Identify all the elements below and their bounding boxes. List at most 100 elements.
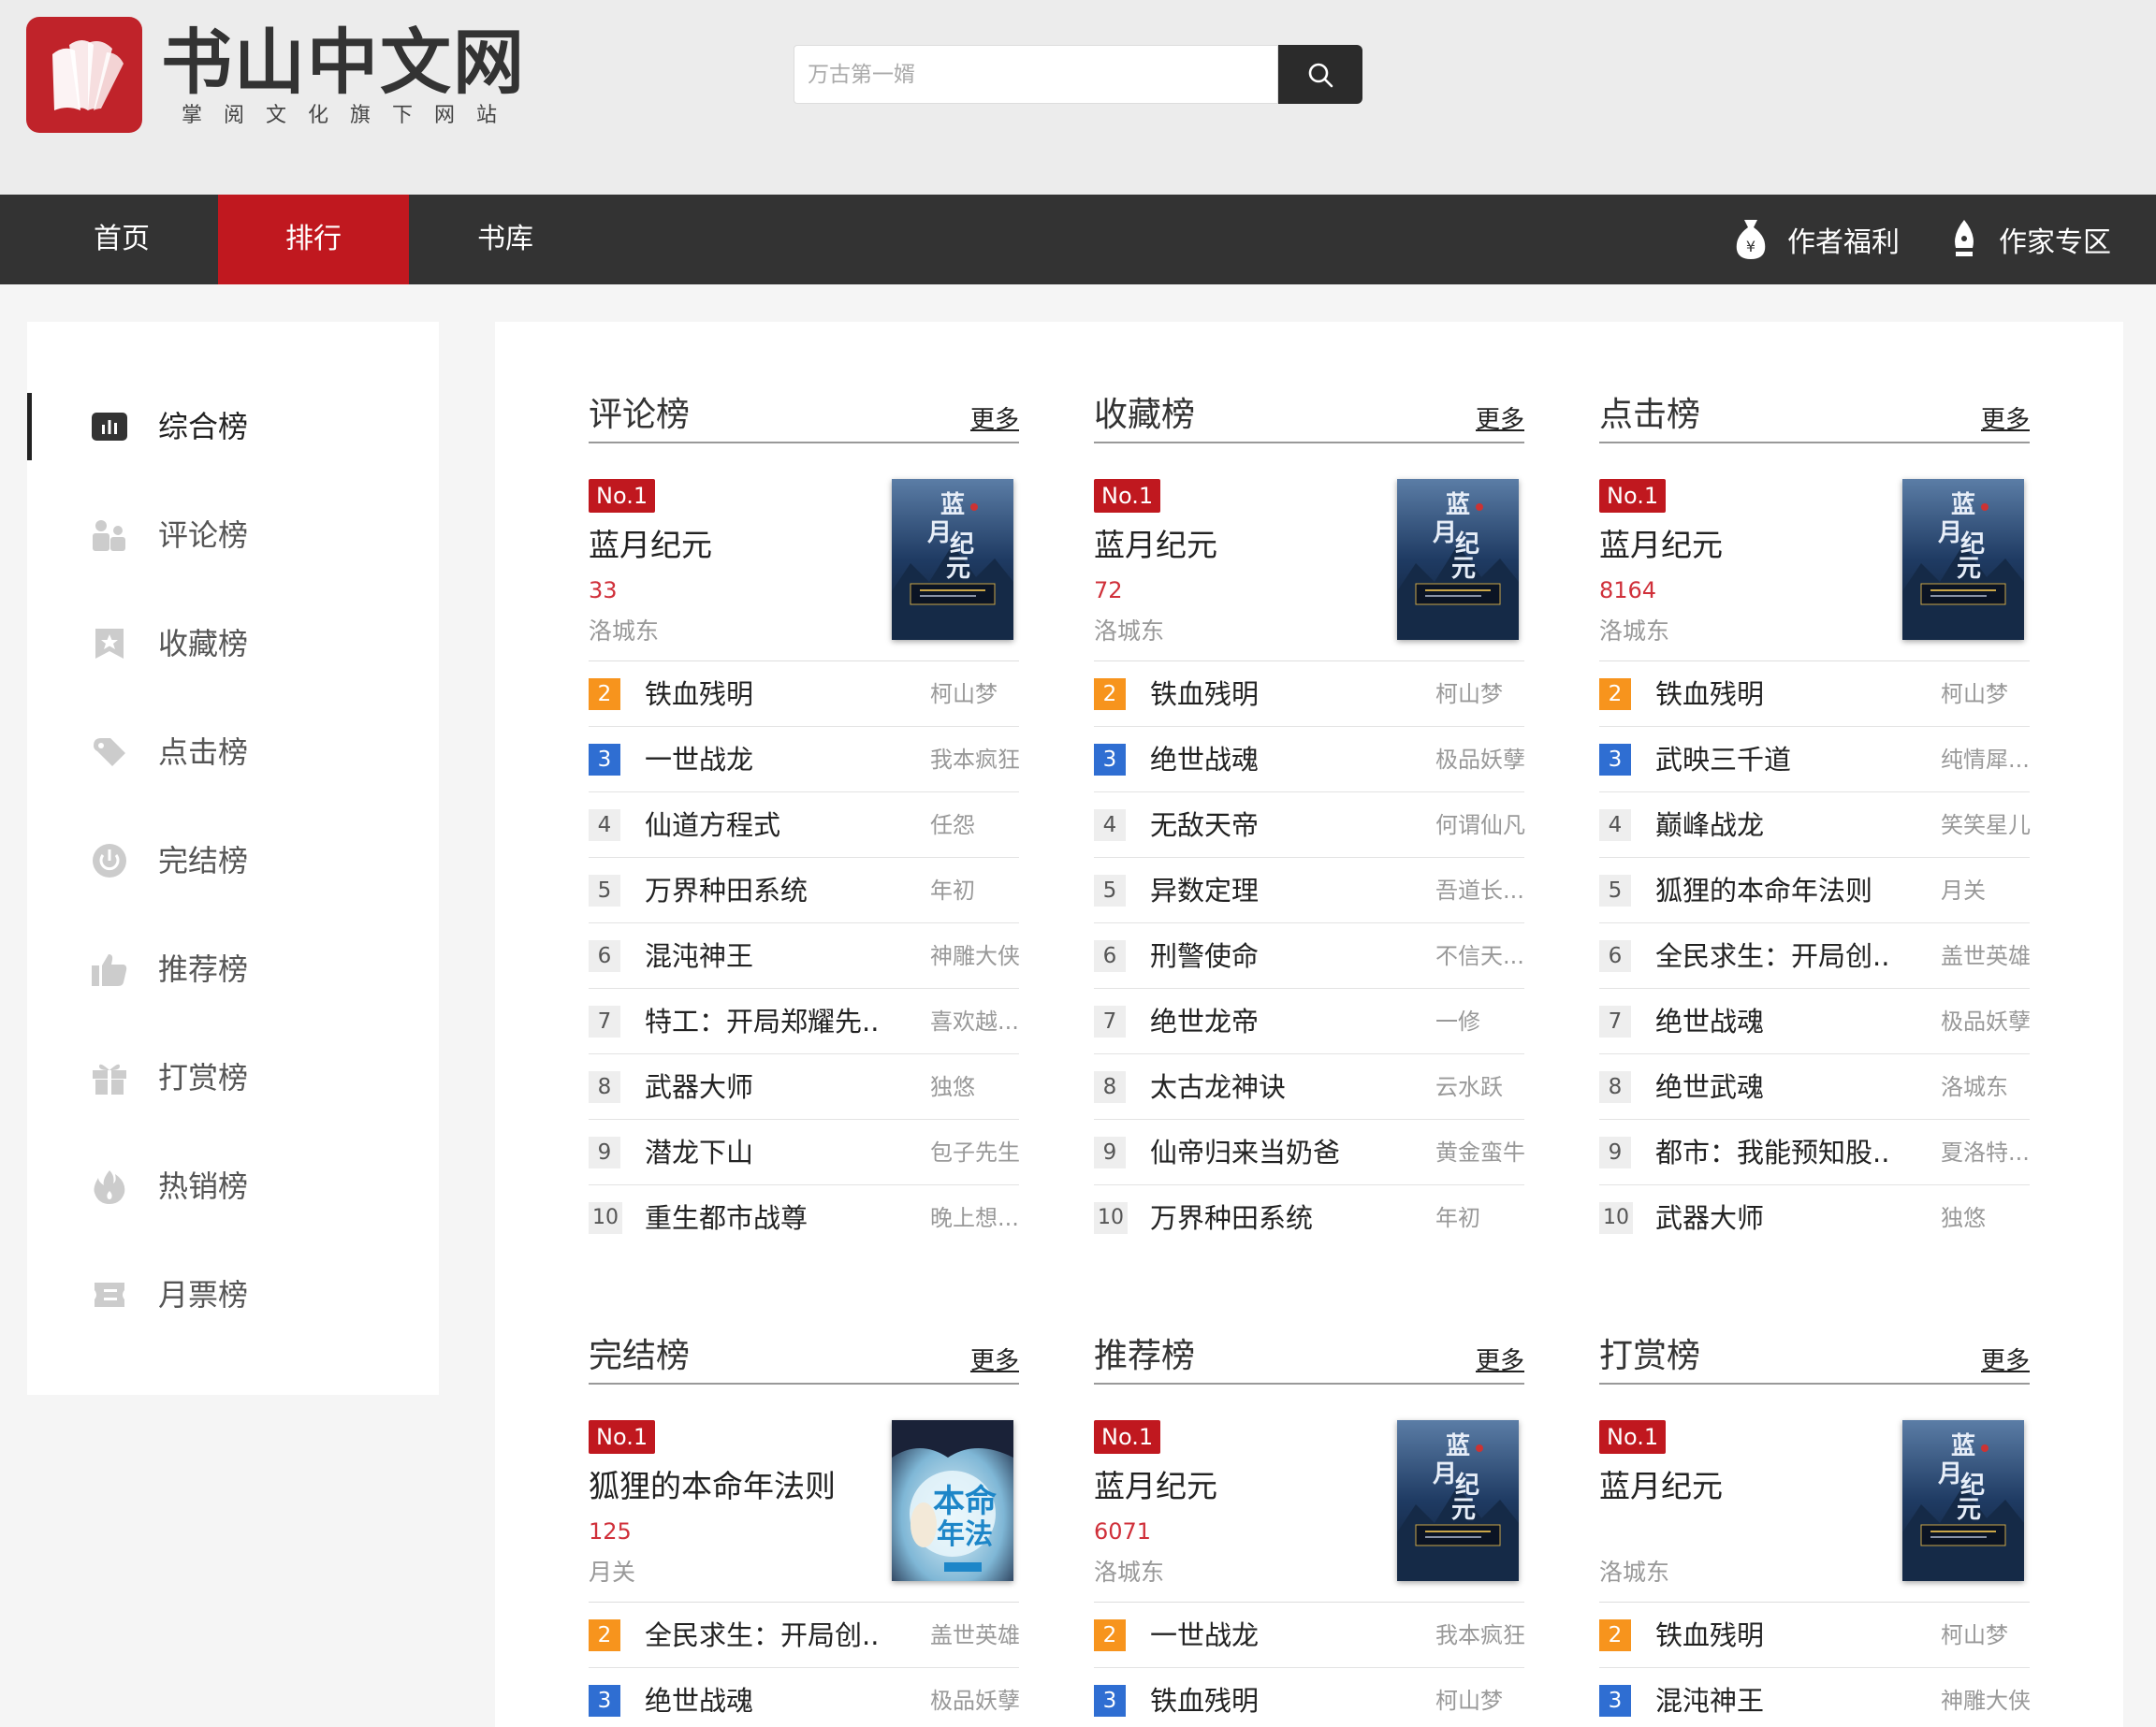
top-book-name[interactable]: 蓝月纪元 [1094, 1465, 1217, 1508]
book-cover[interactable]: 蓝 月 纪 元 [892, 479, 1013, 640]
book-title[interactable]: 都市：我能预知股... [1655, 1120, 1889, 1185]
top-book-author[interactable]: 洛城东 [589, 616, 659, 647]
book-title[interactable]: 绝世武魂 [1655, 1054, 1889, 1120]
book-author[interactable]: 何谓仙凡 [1435, 792, 1529, 858]
book-title[interactable]: 全民求生：开局创... [1655, 923, 1889, 989]
ranking-row[interactable]: 2 铁血残明 柯山梦 [1094, 661, 1524, 727]
ranking-row[interactable]: 8 武器大师 独悠 [589, 1054, 1019, 1120]
ranking-row[interactable]: 8 绝世武魂 洛城东 [1599, 1054, 2030, 1120]
sidebar-item-comments[interactable]: 评论榜 [27, 501, 439, 569]
book-title[interactable]: 仙道方程式 [645, 792, 879, 858]
ranking-row[interactable]: 3 混沌神王 神雕大侠 [1599, 1668, 2031, 1727]
book-author[interactable]: 包子先生 [930, 1120, 1024, 1185]
book-author[interactable]: 不信天... [1435, 923, 1529, 989]
book-title[interactable]: 武器大师 [1655, 1185, 1889, 1251]
ranking-row[interactable]: 9 潜龙下山 包子先生 [589, 1120, 1020, 1185]
ranking-row[interactable]: 4 仙道方程式 任怨 [589, 792, 1019, 858]
book-author[interactable]: 笑笑星儿 [1941, 792, 2034, 858]
top-book[interactable]: No.1 蓝月纪元 8164 洛城东 蓝 月 纪 元 [1599, 443, 2030, 661]
book-author[interactable]: 纯情犀... [1941, 727, 2034, 792]
book-author[interactable]: 神雕大侠 [1941, 1668, 2034, 1727]
book-author[interactable]: 云水跃 [1435, 1054, 1529, 1120]
book-author[interactable]: 神雕大侠 [930, 923, 1024, 989]
top-book[interactable]: No.1 蓝月纪元 72 洛城东 蓝 月 纪 元 [1094, 443, 1524, 661]
ranking-row[interactable]: 7 绝世战魂 极品妖孽 [1599, 989, 2031, 1054]
book-author[interactable]: 年初 [1435, 1185, 1529, 1251]
nav-author-welfare[interactable]: ¥ 作者福利 [1735, 195, 1900, 284]
nav-writer-zone[interactable]: 作家专区 [1950, 195, 2111, 284]
ranking-row[interactable]: 2 全民求生：开局创... 盖世英雄 [589, 1603, 1020, 1668]
book-cover[interactable]: 本命 年法 [892, 1420, 1013, 1581]
top-book-name[interactable]: 蓝月纪元 [589, 524, 712, 567]
ranking-row[interactable]: 2 铁血残明 柯山梦 [1599, 661, 2030, 727]
ranking-row[interactable]: 2 铁血残明 柯山梦 [589, 661, 1019, 727]
book-author[interactable]: 盖世英雄 [930, 1603, 1024, 1668]
ranking-row[interactable]: 4 巅峰战龙 笑笑星儿 [1599, 792, 2031, 858]
book-title[interactable]: 铁血残明 [1150, 1668, 1384, 1727]
top-book[interactable]: No.1 狐狸的本命年法则 125 月关 本命 年法 [589, 1385, 1019, 1603]
ranking-row[interactable]: 6 混沌神王 神雕大侠 [589, 923, 1020, 989]
ranking-row[interactable]: 8 太古龙神诀 云水跃 [1094, 1054, 1524, 1120]
ranking-row[interactable]: 5 狐狸的本命年法则 月关 [1599, 858, 2030, 923]
book-title[interactable]: 一世战龙 [645, 727, 879, 792]
book-author[interactable]: 柯山梦 [1435, 1668, 1529, 1727]
book-cover[interactable]: 蓝 月 纪 元 [1397, 1420, 1519, 1581]
nav-home[interactable]: 首页 [56, 195, 187, 284]
book-title[interactable]: 铁血残明 [1655, 661, 1889, 727]
book-cover[interactable]: 蓝 月 纪 元 [1902, 479, 2024, 640]
ranking-row[interactable]: 4 无敌天帝 何谓仙凡 [1094, 792, 1525, 858]
top-book-author[interactable]: 洛城东 [1599, 1557, 1669, 1589]
site-name[interactable]: 书山中文网 [161, 21, 526, 105]
more-link[interactable]: 更多 [1476, 1347, 1524, 1375]
sidebar-item-clicks[interactable]: 点击榜 [27, 718, 439, 786]
top-book-name[interactable]: 蓝月纪元 [1094, 524, 1217, 567]
sidebar-item-tips[interactable]: 打赏榜 [27, 1044, 439, 1111]
book-author[interactable]: 年初 [930, 858, 1024, 923]
ranking-row[interactable]: 3 绝世战魂 极品妖孽 [1094, 727, 1525, 792]
top-book[interactable]: No.1 蓝月纪元 洛城东 蓝 月 纪 元 [1599, 1385, 2030, 1603]
top-book-author[interactable]: 洛城东 [1599, 616, 1669, 647]
ranking-row[interactable]: 3 绝世战魂 极品妖孽 [589, 1668, 1020, 1727]
book-title[interactable]: 狐狸的本命年法则 [1655, 858, 1889, 923]
book-title[interactable]: 万界种田系统 [645, 858, 879, 923]
book-author[interactable]: 晚上想... [930, 1185, 1024, 1251]
book-author[interactable]: 夏洛特... [1941, 1120, 2034, 1185]
book-author[interactable]: 我本疯狂 [930, 727, 1024, 792]
book-title[interactable]: 武映三千道 [1655, 727, 1889, 792]
book-title[interactable]: 万界种田系统 [1150, 1185, 1384, 1251]
book-title[interactable]: 混沌神王 [1655, 1668, 1889, 1727]
sidebar-item-favorites[interactable]: 收藏榜 [27, 610, 439, 677]
book-author[interactable]: 我本疯狂 [1435, 1603, 1529, 1668]
more-link[interactable]: 更多 [1981, 406, 2030, 434]
book-title[interactable]: 异数定理 [1150, 858, 1384, 923]
top-book-author[interactable]: 月关 [589, 1557, 635, 1589]
nav-ranking[interactable]: 排行 [218, 195, 409, 284]
sidebar-item-recommend[interactable]: 推荐榜 [27, 936, 439, 1003]
ranking-row[interactable]: 3 武映三千道 纯情犀... [1599, 727, 2030, 792]
ranking-row[interactable]: 9 仙帝归来当奶爸 黄金蛮牛 [1094, 1120, 1525, 1185]
sidebar-item-hot-sales[interactable]: 热销榜 [27, 1153, 439, 1220]
book-title[interactable]: 太古龙神诀 [1150, 1054, 1384, 1120]
book-title[interactable]: 绝世战魂 [1150, 727, 1384, 792]
sidebar-item-completed[interactable]: 完结榜 [27, 827, 439, 894]
top-book[interactable]: No.1 蓝月纪元 33 洛城东 蓝 月 纪 元 [589, 443, 1019, 661]
book-author[interactable]: 洛城东 [1941, 1054, 2034, 1120]
more-link[interactable]: 更多 [1981, 1347, 2030, 1375]
more-link[interactable]: 更多 [970, 406, 1019, 434]
site-logo[interactable] [26, 17, 142, 133]
book-title[interactable]: 铁血残明 [1150, 661, 1384, 727]
more-link[interactable]: 更多 [1476, 406, 1524, 434]
book-title[interactable]: 铁血残明 [645, 661, 879, 727]
ranking-row[interactable]: 5 万界种田系统 年初 [589, 858, 1019, 923]
book-cover[interactable]: 蓝 月 纪 元 [1902, 1420, 2024, 1581]
search-input[interactable] [794, 46, 1277, 103]
search-button[interactable] [1278, 45, 1362, 104]
ranking-row[interactable]: 5 异数定理 吾道长... [1094, 858, 1524, 923]
book-author[interactable]: 任怨 [930, 792, 1024, 858]
book-title[interactable]: 一世战龙 [1150, 1603, 1384, 1668]
book-cover[interactable]: 蓝 月 纪 元 [1397, 479, 1519, 640]
book-title[interactable]: 混沌神王 [645, 923, 879, 989]
book-title[interactable]: 全民求生：开局创... [645, 1603, 879, 1668]
ranking-row[interactable]: 2 铁血残明 柯山梦 [1599, 1603, 2030, 1668]
ranking-row[interactable]: 6 全民求生：开局创... 盖世英雄 [1599, 923, 2031, 989]
